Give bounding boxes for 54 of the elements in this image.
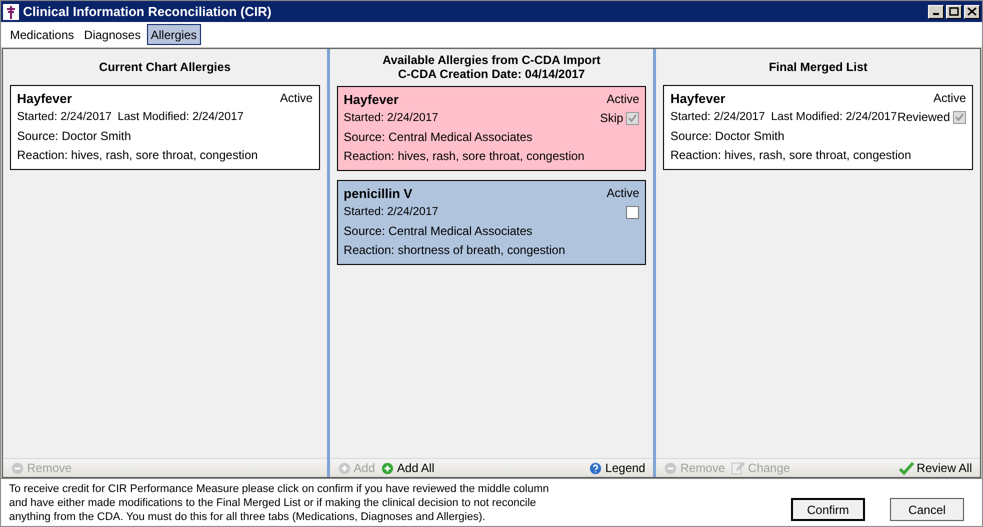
- column-heading: Available Allergies from C-CDA Import: [382, 53, 601, 67]
- source-text: Source: Doctor Smith: [17, 128, 132, 145]
- tab[interactable]: Allergies: [146, 24, 201, 45]
- modified-text: Last Modified: 2/24/2017: [770, 110, 897, 125]
- help-icon: [589, 462, 602, 474]
- action-button[interactable]: Legend: [589, 459, 646, 477]
- dialog-button[interactable]: Confirm: [791, 498, 865, 521]
- plus-circle-icon: [338, 462, 351, 474]
- reaction-text: Reaction: hives, rash, sore throat, congestion: [344, 148, 586, 165]
- maximize-icon: [949, 7, 959, 16]
- instruction-text: To receive credit for CIR Performance Measure please click on confirm if you have reviewed the middle column and have either made modifications to the Final Merged List or if making the clinical decision to not reconcile anything from the CDA. You must do this for all three tabs (Medications, Diagnoses and Allergies).: [9, 482, 550, 524]
- status-text: Active: [933, 90, 966, 107]
- started-text: Started: 2/24/2017: [670, 110, 765, 125]
- column-heading: Final Merged List: [768, 60, 868, 74]
- reaction-text: Reaction: hives, rash, sore throat, congestion: [670, 147, 912, 164]
- status-text: Active: [606, 91, 640, 108]
- checkbox[interactable]: [626, 206, 640, 219]
- status-text: Active: [280, 90, 313, 107]
- started-text: Started: 2/24/2017: [17, 110, 112, 125]
- allergy-name: penicillin V: [344, 185, 412, 203]
- action-button[interactable]: Add All: [381, 459, 434, 477]
- minus-circle-icon: [664, 462, 678, 474]
- allergy-card[interactable]: Hayfever Active Started: 2/24/2017 Last Modified: 2/24/2017 Source: Doctor Smith Reaction: hives, rash, sore throat, congestion: [10, 85, 320, 170]
- allergy-card[interactable]: penicillin V Active Started: 2/24/2017 Source: Central Medical Associates Reaction: shortness of breath, congestion: [336, 180, 646, 265]
- reaction-text: Reaction: shortness of breath, congestion: [344, 242, 566, 259]
- checkmark-icon: [898, 462, 914, 474]
- reaction-text: Reaction: hives, rash, sore throat, congestion: [17, 147, 259, 164]
- close-button[interactable]: [964, 4, 980, 18]
- checkbox-label: Skip: [600, 110, 624, 127]
- dialog-button[interactable]: Cancel: [890, 498, 964, 521]
- window-title: Clinical Information Reconciliation (CIR): [23, 2, 272, 21]
- pencil-icon: [731, 461, 746, 475]
- source-text: Source: Central Medical Associates: [344, 223, 534, 240]
- checkbox-label: Reviewed: [897, 109, 950, 126]
- column-heading: Current Chart Allergies: [99, 60, 231, 74]
- close-icon: [967, 7, 977, 16]
- source-text: Source: Doctor Smith: [670, 128, 786, 145]
- plus-circle-icon: [381, 462, 394, 474]
- allergy-name: Hayfever: [670, 90, 726, 108]
- allergy-name: Hayfever: [344, 91, 399, 109]
- action-button[interactable]: Review All: [898, 459, 972, 477]
- minimize-button[interactable]: [928, 4, 944, 18]
- maximize-button[interactable]: [946, 4, 962, 18]
- started-text: Started: 2/24/2017: [344, 111, 438, 126]
- tab[interactable]: Diagnoses: [80, 24, 145, 45]
- modified-text: Last Modified: 2/24/2017: [118, 110, 244, 125]
- started-text: Started: 2/24/2017: [344, 205, 438, 220]
- status-text: Active: [606, 185, 640, 202]
- tab[interactable]: Medications: [6, 24, 78, 45]
- source-text: Source: Central Medical Associates: [344, 129, 534, 146]
- allergy-name: Hayfever: [17, 90, 72, 108]
- column-heading: C-CDA Creation Date: 04/14/2017: [398, 67, 585, 81]
- app-icon: [3, 4, 19, 20]
- minus-circle-icon: [11, 462, 24, 474]
